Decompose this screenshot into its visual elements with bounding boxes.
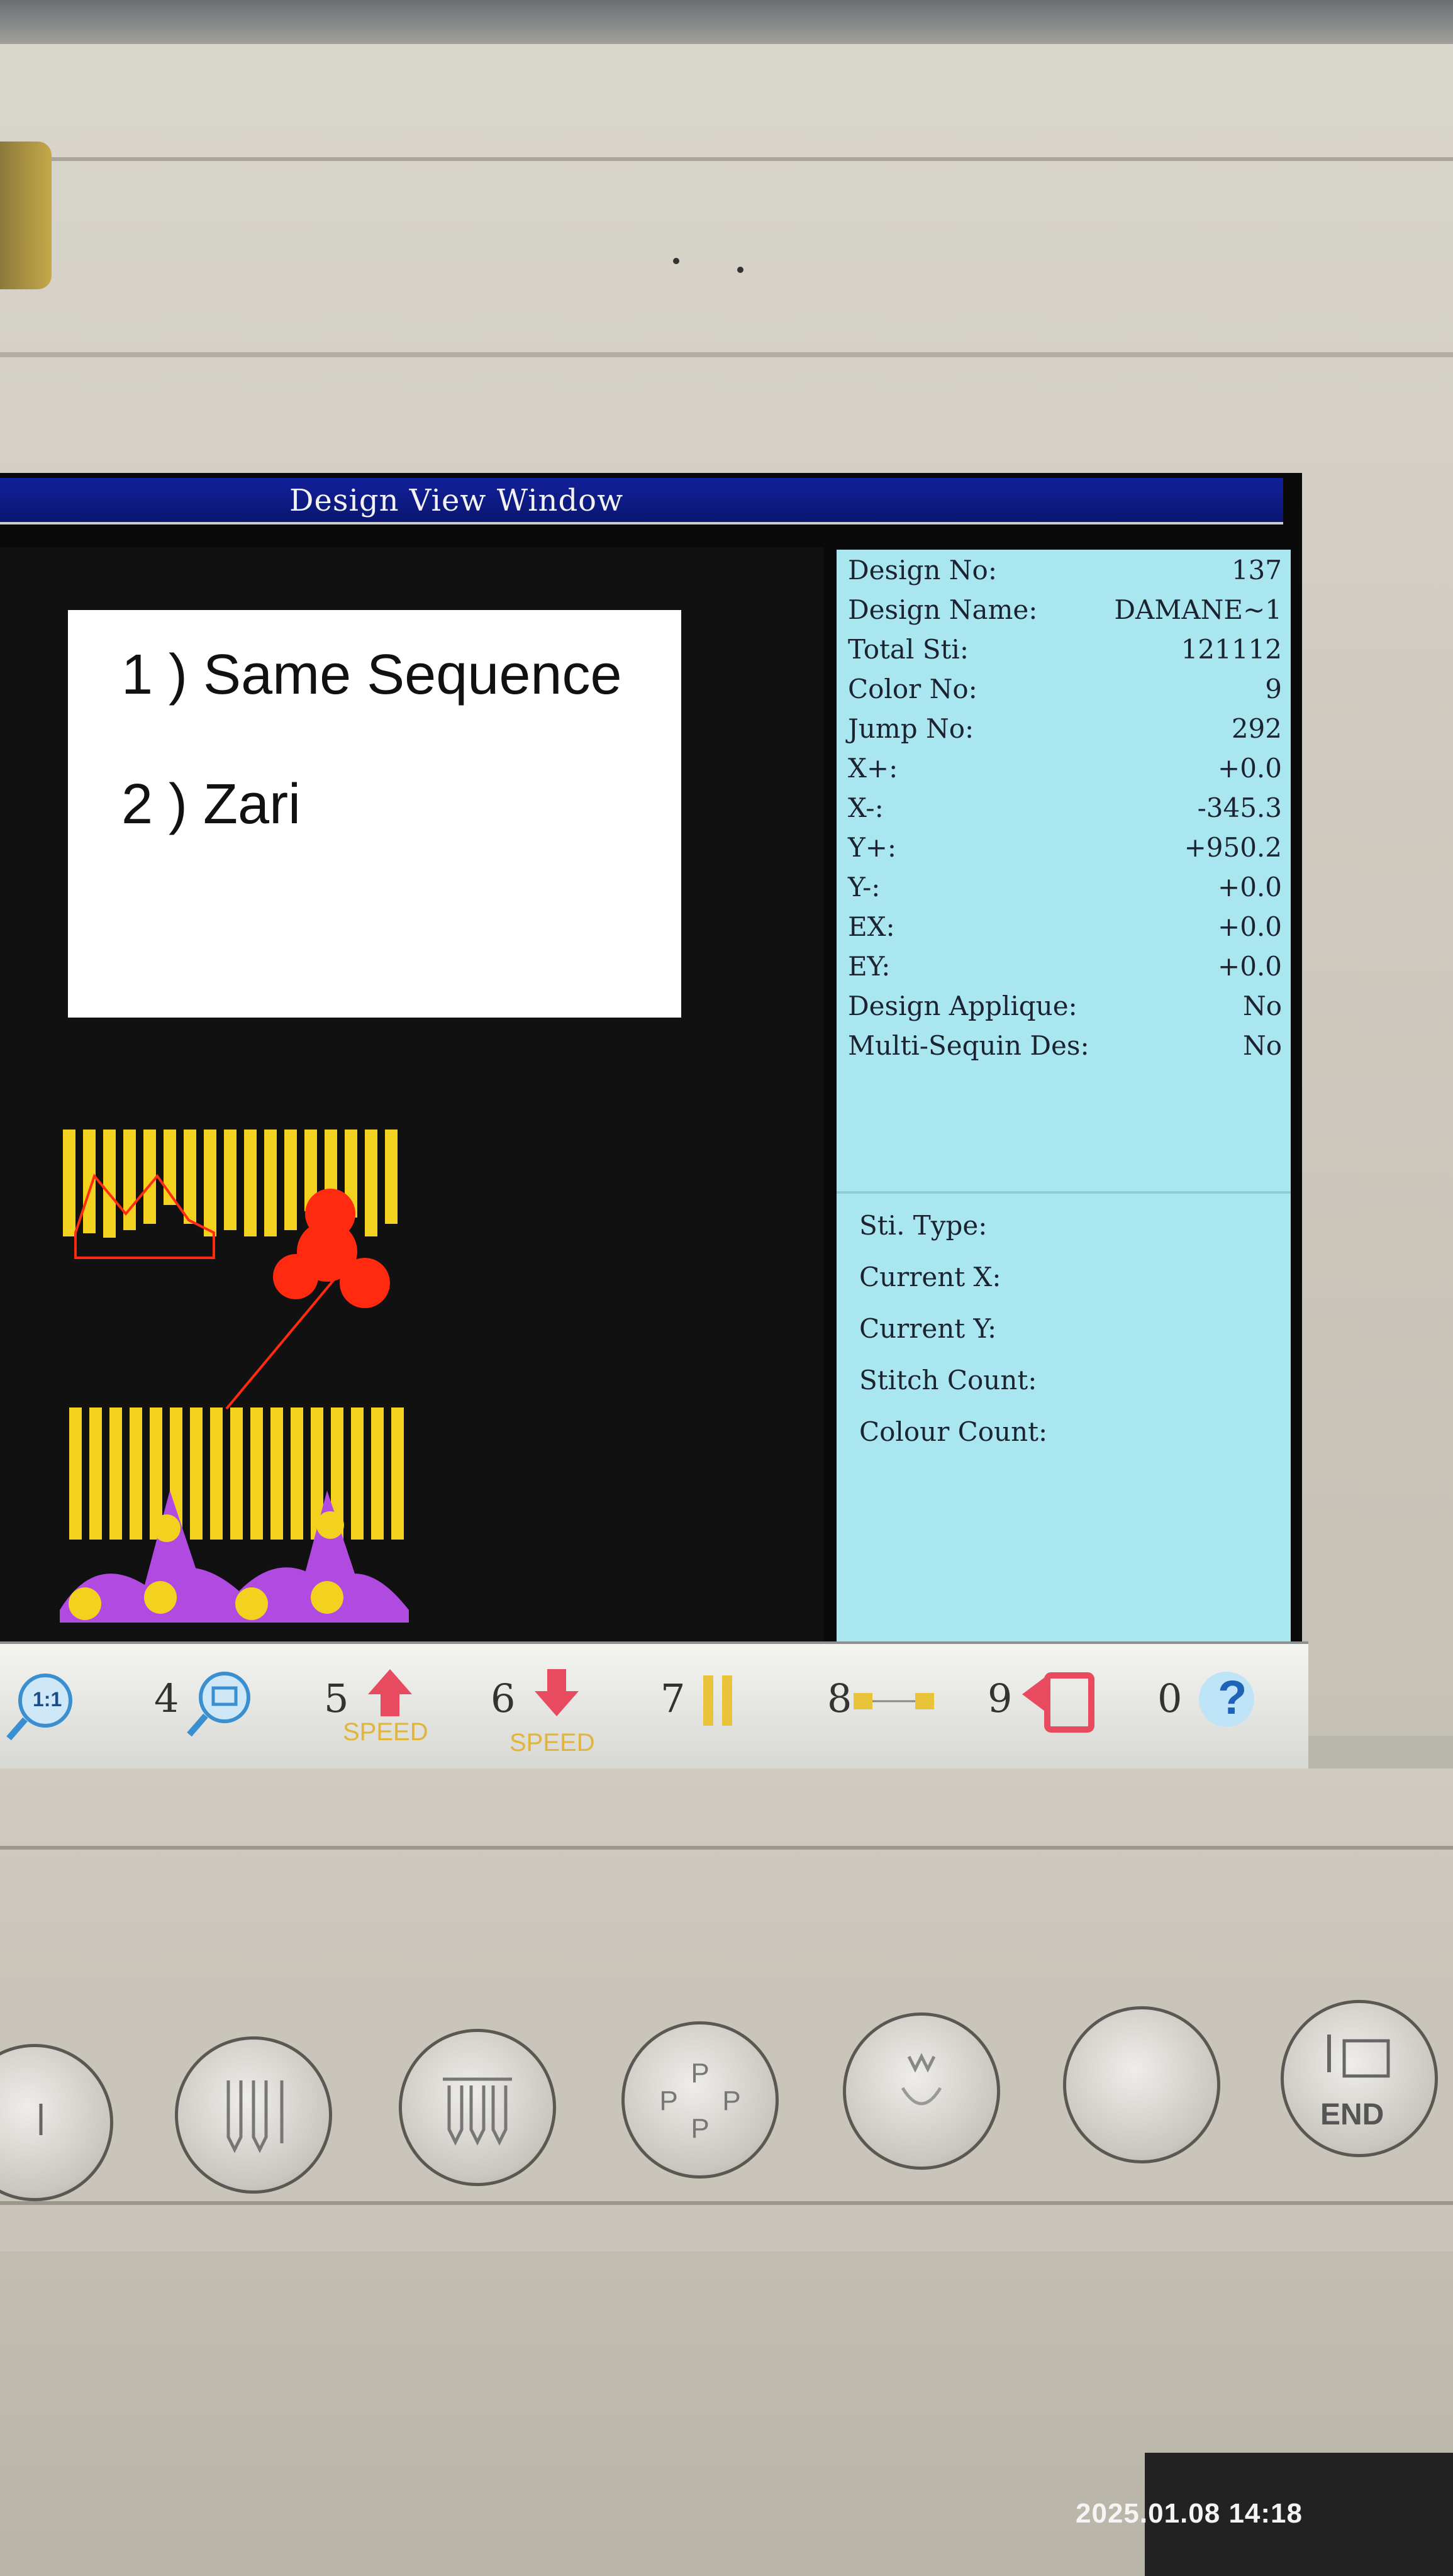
trace-frame-button[interactable]: 8 xyxy=(827,1669,953,1745)
needle-select-icon xyxy=(226,2080,284,2153)
blank-button[interactable] xyxy=(1063,2006,1220,2163)
info-row-ex: EX: +0.0 xyxy=(848,911,1282,942)
fkey-num-8: 8 xyxy=(827,1675,852,1721)
pause-button[interactable]: 7 xyxy=(660,1669,761,1745)
info-row-design-name: Design Name: DAMANE~1 xyxy=(848,594,1282,625)
info-row-x-plus: X+: +0.0 xyxy=(848,753,1282,784)
speed-down-button[interactable]: 6 SPEED xyxy=(491,1669,616,1757)
end-button[interactable]: END xyxy=(1281,2000,1438,2157)
needle-row-icon xyxy=(443,2077,512,2146)
window-title-bar: Design View Window xyxy=(0,478,1283,525)
colour-count-label: Colour Count: xyxy=(859,1416,1048,1447)
speed-up-button[interactable]: 5 SPEED xyxy=(324,1669,450,1746)
fkey-num-0: 0 xyxy=(1157,1675,1183,1721)
end-icon xyxy=(1327,2035,1390,2078)
function-key-bar: 1:1 4 5 SPEED 6 SPEED 7 8 9 0 ? xyxy=(0,1641,1308,1770)
stitch-count-label: Stitch Count: xyxy=(859,1365,1037,1396)
info-row-y-plus: Y+: +950.2 xyxy=(848,832,1282,863)
needle-row-button[interactable] xyxy=(399,2029,556,2186)
end-label: END xyxy=(1320,2098,1384,2131)
frame-rotate-button[interactable]: PPPP xyxy=(621,2021,779,2179)
info-row-ey: EY: +0.0 xyxy=(848,951,1282,982)
zoom-1to1-button[interactable]: 1:1 xyxy=(6,1669,82,1745)
fkey-num-7: 7 xyxy=(660,1675,686,1721)
help-button[interactable]: 0 ? xyxy=(1157,1669,1271,1745)
info-row-multi-sequin: Multi-Sequin Des: No xyxy=(848,1030,1282,1061)
presser-foot-icon xyxy=(901,2053,942,2106)
bezel-edge xyxy=(0,157,1453,161)
zoom-window-icon xyxy=(187,1672,250,1737)
current-y-label: Current Y: xyxy=(859,1313,997,1344)
return-icon xyxy=(1022,1672,1094,1733)
info-row-y-minus: Y-: +0.0 xyxy=(848,872,1282,902)
speed-down-label: SPEED xyxy=(509,1729,595,1757)
fkey-num-9: 9 xyxy=(988,1675,1013,1721)
lcd-screen: Design View Window 1 ) Same Sequence 2 )… xyxy=(0,473,1302,1768)
info-row-total-sti: Total Sti: 121112 xyxy=(848,634,1282,665)
svg-text:P: P xyxy=(722,2085,740,2116)
info-row-design-applique: Design Applique: No xyxy=(848,991,1282,1021)
fkey-num-5: 5 xyxy=(324,1675,349,1721)
zoom-1to1-label: 1:1 xyxy=(33,1688,62,1711)
stitch-type-label: Sti. Type: xyxy=(859,1210,988,1241)
window-title: Design View Window xyxy=(289,483,624,518)
design-info-panel: Design No: 137 Design Name: DAMANE~1 Total… xyxy=(837,550,1291,1641)
lower-zari-bars xyxy=(69,1407,404,1540)
info-row-jump-no: Jump No: 292 xyxy=(848,713,1282,744)
return-button[interactable]: 9 xyxy=(988,1669,1107,1745)
bezel-edge-lower xyxy=(0,352,1453,357)
embroidery-design-preview xyxy=(60,1130,409,1623)
zoom-window-button[interactable]: 4 xyxy=(154,1669,255,1745)
pause-icon xyxy=(703,1675,732,1726)
needle-select-button[interactable] xyxy=(175,2036,332,2194)
needle-single-icon xyxy=(39,2104,43,2135)
info-row-x-minus: X-: -345.3 xyxy=(848,792,1282,823)
help-label: ? xyxy=(1218,1671,1247,1724)
screw-dot xyxy=(673,258,679,264)
fkey-num-4: 4 xyxy=(154,1675,179,1721)
design-preview-canvas[interactable]: 1 ) Same Sequence 2 ) Zari xyxy=(0,547,824,1641)
info-row-color-no: Color No: 9 xyxy=(848,674,1282,704)
design-info-list: Design No: 137 Design Name: DAMANE~1 Total… xyxy=(837,550,1291,1194)
photo-timestamp: 2025.01.08 14:18 xyxy=(1076,2498,1303,2529)
svg-text:P: P xyxy=(659,2085,677,2116)
trace-frame-icon xyxy=(854,1693,934,1709)
screw-dot xyxy=(737,267,743,273)
svg-text:P: P xyxy=(691,2058,709,2089)
svg-text:P: P xyxy=(691,2113,709,2144)
speed-up-label: SPEED xyxy=(343,1718,428,1746)
speed-down-icon xyxy=(535,1669,579,1716)
side-knob xyxy=(0,142,52,289)
frame-rotate-icon: PPP P xyxy=(659,2058,740,2144)
fkey-num-6: 6 xyxy=(491,1675,516,1721)
current-x-label: Current X: xyxy=(859,1262,1001,1292)
panel-edge-lower xyxy=(0,2201,1453,2205)
presser-foot-button[interactable] xyxy=(843,2012,1000,2170)
panel-edge xyxy=(0,1846,1453,1850)
info-row-design-no: Design No: 137 xyxy=(848,555,1282,586)
background-top xyxy=(0,0,1453,44)
speed-up-icon xyxy=(368,1669,412,1716)
